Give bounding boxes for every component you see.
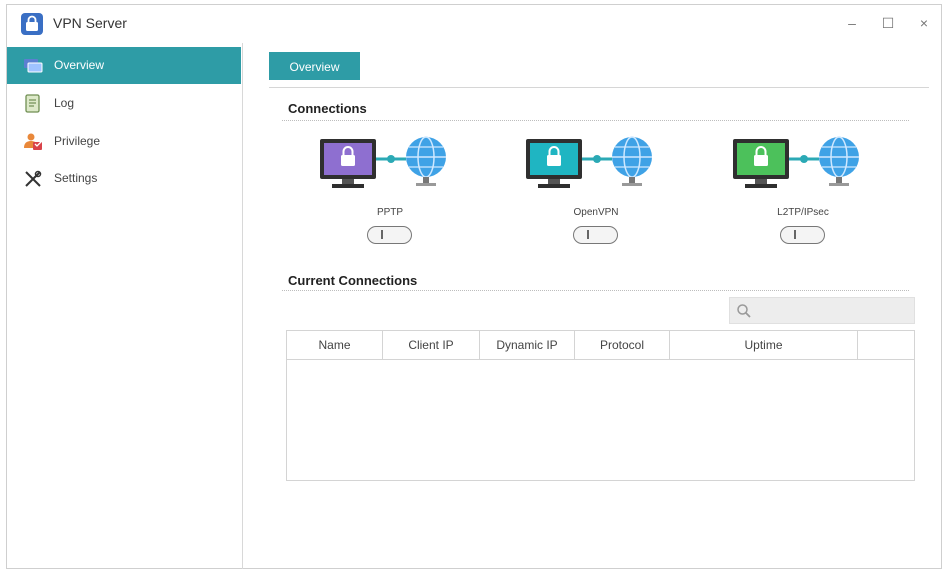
vpn-l2tp: L2TP/IPsec <box>733 135 893 265</box>
pptp-label: PPTP <box>376 207 404 218</box>
l2tp-network-icon <box>733 136 859 188</box>
openvpn-label: OpenVPN <box>573 207 619 218</box>
tab-divider <box>269 87 929 88</box>
connections-heading: Connections <box>288 101 367 116</box>
sidebar-item-label: Settings <box>54 171 98 185</box>
app-lock-icon <box>21 13 43 35</box>
sidebar: Overview Log Privilege Settings <box>7 43 243 569</box>
pptp-toggle[interactable] <box>367 226 412 244</box>
sidebar-item-log[interactable]: Log <box>7 85 241 122</box>
main-panel: Overview Connections PPTP OpenVPN L2TP/I… <box>244 43 942 569</box>
openvpn-network-icon <box>526 136 652 188</box>
overview-icon <box>23 56 43 76</box>
column-header-client-ip[interactable]: Client IP <box>383 331 480 359</box>
column-header-protocol[interactable]: Protocol <box>575 331 670 359</box>
sidebar-item-privilege[interactable]: Privilege <box>7 123 241 160</box>
column-header-name[interactable]: Name <box>287 331 383 359</box>
sidebar-item-settings[interactable]: Settings <box>7 160 241 197</box>
app-window: VPN Server – ☐ × Overview Log Privilege … <box>6 4 942 569</box>
l2tp-label: L2TP/IPsec <box>777 207 829 218</box>
column-header-blank <box>858 331 914 359</box>
maximize-button[interactable]: ☐ <box>875 11 901 35</box>
connections-divider <box>282 120 909 121</box>
app-title: VPN Server <box>53 15 127 31</box>
settings-icon <box>23 169 43 189</box>
sidebar-item-label: Privilege <box>54 134 101 148</box>
sidebar-item-label: Overview <box>54 58 105 72</box>
search-icon <box>737 304 751 318</box>
search-input[interactable] <box>729 297 915 324</box>
openvpn-toggle[interactable] <box>573 226 618 244</box>
minimize-button[interactable]: – <box>839 11 865 35</box>
sidebar-item-label: Log <box>54 96 75 110</box>
column-header-dynamic-ip[interactable]: Dynamic IP <box>480 331 575 359</box>
log-icon <box>23 94 43 114</box>
connections-table: Name Client IP Dynamic IP Protocol Uptim… <box>286 330 915 481</box>
sidebar-item-overview[interactable]: Overview <box>7 47 241 84</box>
vpn-pptp: PPTP <box>320 135 480 265</box>
l2tp-toggle[interactable] <box>780 226 825 244</box>
close-button[interactable]: × <box>911 11 937 35</box>
vpn-openvpn: OpenVPN <box>526 135 686 265</box>
column-header-uptime[interactable]: Uptime <box>670 331 858 359</box>
table-header: Name Client IP Dynamic IP Protocol Uptim… <box>287 331 914 360</box>
current-connections-heading: Current Connections <box>288 273 418 288</box>
privilege-icon <box>23 132 43 152</box>
tab-overview[interactable]: Overview <box>269 52 360 80</box>
current-connections-divider <box>282 290 909 291</box>
title-bar: VPN Server – ☐ × <box>7 5 941 43</box>
pptp-network-icon <box>320 136 446 188</box>
